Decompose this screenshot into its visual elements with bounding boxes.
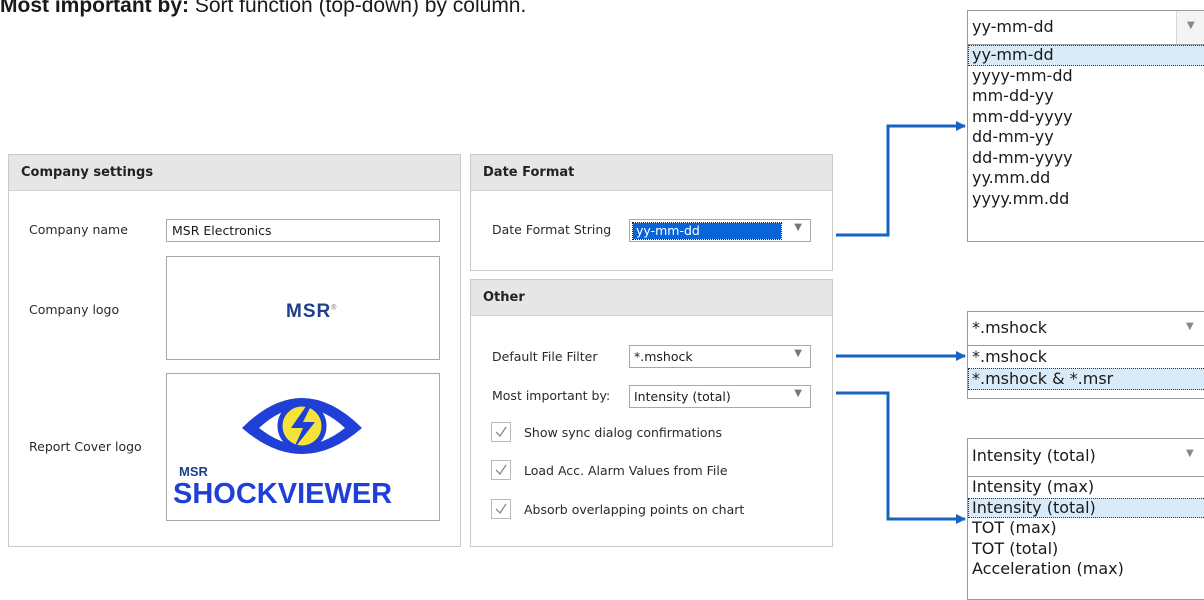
most-important-dropdown-value: Intensity (total) [972, 446, 1096, 465]
date-option[interactable]: yyyy-mm-dd [968, 66, 1204, 87]
sort-option[interactable]: Intensity (total) [968, 497, 1204, 518]
most-important-dropdown-header[interactable]: Intensity (total) ▼ [968, 439, 1204, 477]
date-option[interactable]: dd-mm-yy [968, 127, 1204, 148]
date-option[interactable]: yy-mm-dd [968, 45, 1204, 66]
date-option[interactable]: mm-dd-yyyy [968, 107, 1204, 128]
sort-option[interactable]: Intensity (max) [968, 477, 1204, 498]
dropdown-button[interactable]: ▼ [1176, 439, 1204, 472]
most-important-dropdown[interactable]: Intensity (total) ▼ Intensity (max) Inte… [967, 438, 1204, 600]
sort-option[interactable]: TOT (total) [968, 539, 1204, 560]
sort-option[interactable]: TOT (max) [968, 518, 1204, 539]
filter-option[interactable]: *.mshock & *.msr [968, 368, 1204, 390]
date-option[interactable]: yyyy.mm.dd [968, 189, 1204, 210]
file-filter-dropdown-header[interactable]: *.mshock ▼ [968, 312, 1204, 346]
file-filter-dropdown-value: *.mshock [972, 318, 1047, 337]
chevron-down-icon: ▼ [1187, 20, 1195, 31]
chevron-down-icon: ▼ [1186, 448, 1194, 459]
filter-option[interactable]: *.mshock [968, 346, 1204, 368]
chevron-down-icon: ▼ [1186, 321, 1194, 332]
date-format-arrow [836, 121, 966, 237]
most-important-arrow [836, 391, 966, 524]
date-option[interactable]: dd-mm-yyyy [968, 148, 1204, 169]
date-format-dropdown-value: yy-mm-dd [972, 17, 1054, 36]
date-format-dropdown-header[interactable]: yy-mm-dd ▼ [968, 11, 1204, 45]
sort-option[interactable]: Acceleration (max) [968, 559, 1204, 580]
date-option[interactable]: mm-dd-yy [968, 86, 1204, 107]
dropdown-button[interactable]: ▼ [1176, 312, 1204, 345]
dropdown-button[interactable]: ▼ [1176, 11, 1204, 44]
date-option[interactable]: yy.mm.dd [968, 168, 1204, 189]
date-format-dropdown[interactable]: yy-mm-dd ▼ yy-mm-dd yyyy-mm-dd mm-dd-yy … [967, 10, 1204, 242]
file-filter-dropdown[interactable]: *.mshock ▼ *.mshock *.mshock & *.msr [967, 311, 1204, 399]
